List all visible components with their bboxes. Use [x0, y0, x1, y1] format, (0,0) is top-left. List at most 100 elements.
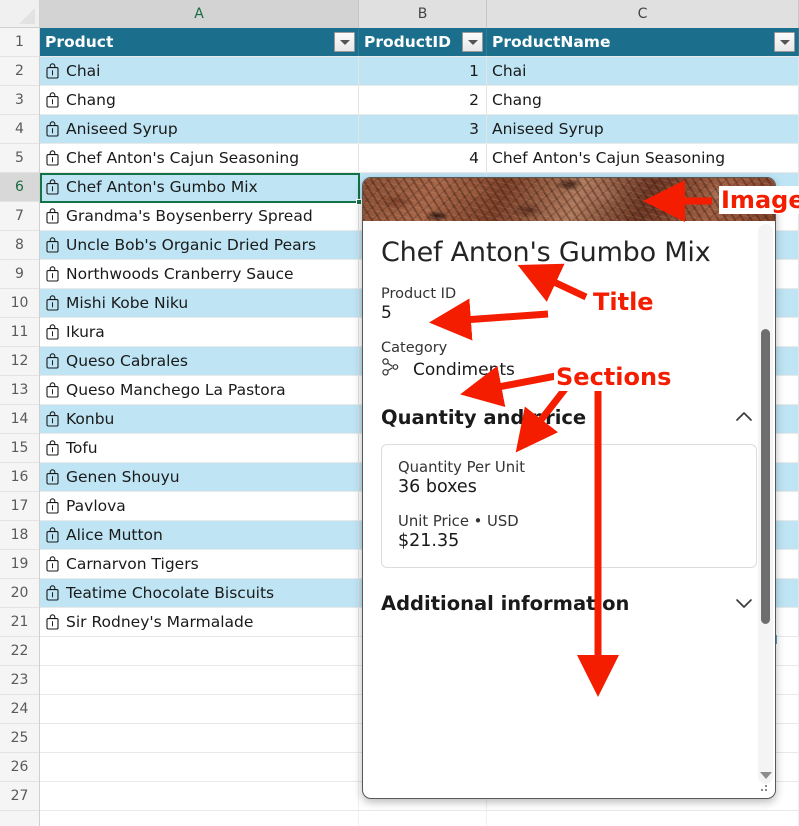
cell-product-label: Northwoods Cranberry Sauce — [66, 265, 294, 283]
shopping-bag-icon — [45, 92, 60, 108]
empty-cell[interactable] — [40, 637, 359, 665]
cell-product[interactable]: Chef Anton's Cajun Seasoning — [40, 144, 359, 172]
cell-product[interactable]: Mishi Kobe Niku — [40, 289, 359, 317]
row-header-24[interactable]: 24 — [0, 695, 39, 724]
cell-product-label: Mishi Kobe Niku — [66, 294, 189, 312]
cell-product[interactable]: Northwoods Cranberry Sauce — [40, 260, 359, 288]
empty-cell[interactable] — [40, 666, 359, 694]
chevron-down-icon[interactable] — [731, 590, 757, 616]
screenshot-root: A B C 1 2 3 4 5 6 7 8 9 10 11 12 13 14 15 16 17 18 19 20 21 2… — [0, 0, 799, 826]
row-header-7[interactable]: 7 — [0, 202, 39, 231]
row-header-22[interactable]: 22 — [0, 637, 39, 666]
filter-dropdown-icon[interactable] — [462, 32, 483, 52]
shopping-bag-icon — [45, 440, 60, 456]
cell-product-label: Chai — [66, 62, 101, 80]
row-header-14[interactable]: 14 — [0, 405, 39, 434]
cell-product-name[interactable]: Aniseed Syrup — [487, 115, 799, 143]
row-header-8[interactable]: 8 — [0, 231, 39, 260]
row-header-16[interactable]: 16 — [0, 463, 39, 492]
row-header-20[interactable]: 20 — [0, 579, 39, 608]
row-header-26[interactable]: 26 — [0, 753, 39, 782]
cell-product[interactable]: Alice Mutton — [40, 521, 359, 549]
cell-product-id[interactable]: 1 — [359, 57, 487, 85]
cell-product[interactable]: Tofu — [40, 434, 359, 462]
chevron-up-icon[interactable] — [731, 404, 757, 430]
row-header-21[interactable]: 21 — [0, 608, 39, 637]
empty-cell[interactable] — [40, 811, 359, 826]
shopping-bag-icon — [45, 469, 60, 485]
column-header-a[interactable]: A — [40, 0, 359, 28]
empty-cell[interactable] — [487, 811, 799, 826]
cell-product-name[interactable]: Chai — [487, 57, 799, 85]
card-resize-grip[interactable] — [761, 785, 770, 794]
empty-cell[interactable] — [40, 724, 359, 752]
cell-product-label: Grandma's Boysenberry Spread — [66, 207, 313, 225]
cell-product[interactable]: Chef Anton's Gumbo Mix — [40, 173, 359, 201]
empty-cell[interactable] — [40, 753, 359, 781]
cell-product[interactable]: Genen Shouyu — [40, 463, 359, 491]
section-additional-header[interactable]: Additional information — [381, 590, 757, 616]
card-vertical-scrollbar[interactable] — [758, 224, 773, 784]
table-row[interactable]: Chang 2 Chang — [40, 86, 799, 115]
table-row[interactable]: Aniseed Syrup 3 Aniseed Syrup — [40, 115, 799, 144]
row-header-11[interactable]: 11 — [0, 318, 39, 347]
cell-product[interactable]: Grandma's Boysenberry Spread — [40, 202, 359, 230]
row-header-25[interactable]: 25 — [0, 724, 39, 753]
cell-product[interactable]: Queso Cabrales — [40, 347, 359, 375]
cell-product[interactable]: Carnarvon Tigers — [40, 550, 359, 578]
row-header-23[interactable]: 23 — [0, 666, 39, 695]
empty-cell[interactable] — [40, 782, 359, 810]
table-row[interactable]: Chai 1 Chai — [40, 57, 799, 86]
column-header-b[interactable]: B — [359, 0, 487, 28]
cell-product[interactable]: Chang — [40, 86, 359, 114]
scrollbar-thumb[interactable] — [761, 329, 770, 624]
cell-product[interactable]: Chai — [40, 57, 359, 85]
scroll-down-arrow-icon[interactable] — [758, 768, 773, 782]
table-header-productname[interactable]: ProductName — [487, 28, 799, 56]
empty-row[interactable] — [40, 811, 799, 826]
cell-product[interactable]: Teatime Chocolate Biscuits — [40, 579, 359, 607]
row-header-4[interactable]: 4 — [0, 115, 39, 144]
shopping-bag-icon — [45, 498, 60, 514]
cell-product[interactable]: Pavlova — [40, 492, 359, 520]
row-header-10[interactable]: 10 — [0, 289, 39, 318]
shopping-bag-icon — [45, 295, 60, 311]
cell-product-id[interactable]: 2 — [359, 86, 487, 114]
empty-cell[interactable] — [40, 695, 359, 723]
row-header-9[interactable]: 9 — [0, 260, 39, 289]
cell-product[interactable]: Sir Rodney's Marmalade — [40, 608, 359, 636]
cell-product-name[interactable]: Chef Anton's Cajun Seasoning — [487, 144, 799, 172]
quantity-per-unit-label: Quantity Per Unit — [398, 459, 526, 476]
shopping-bag-icon — [45, 266, 60, 282]
table-row[interactable]: Chef Anton's Cajun Seasoning 4 Chef Anton'… — [40, 144, 799, 173]
cell-product[interactable]: Queso Manchego La Pastora — [40, 376, 359, 404]
cell-product-id[interactable]: 3 — [359, 115, 487, 143]
row-header-27[interactable]: 27 — [0, 782, 39, 811]
row-header-19[interactable]: 19 — [0, 550, 39, 579]
row-header-13[interactable]: 13 — [0, 376, 39, 405]
section-quantity-header[interactable]: Quantity and price — [381, 404, 757, 430]
row-header-6[interactable]: 6 — [0, 173, 39, 202]
cell-product[interactable]: Aniseed Syrup — [40, 115, 359, 143]
row-header-2[interactable]: 2 — [0, 57, 39, 86]
table-header-product[interactable]: Product — [40, 28, 359, 56]
row-header-3[interactable]: 3 — [0, 86, 39, 115]
table-header-productid[interactable]: ProductID — [359, 28, 487, 56]
row-header-5[interactable]: 5 — [0, 144, 39, 173]
empty-cell[interactable] — [359, 811, 487, 826]
cell-product[interactable]: Konbu — [40, 405, 359, 433]
filter-dropdown-icon[interactable] — [334, 32, 355, 52]
entity-data-card[interactable]: Chef Anton's Gumbo Mix Product ID 5 Cate… — [362, 177, 776, 799]
column-header-c[interactable]: C — [487, 0, 799, 28]
row-header-1[interactable]: 1 — [0, 28, 39, 57]
cell-product[interactable]: Ikura — [40, 318, 359, 346]
row-header-12[interactable]: 12 — [0, 347, 39, 376]
row-header-15[interactable]: 15 — [0, 434, 39, 463]
row-header-18[interactable]: 18 — [0, 521, 39, 550]
select-all-corner[interactable] — [0, 0, 40, 28]
row-header-17[interactable]: 17 — [0, 492, 39, 521]
cell-product[interactable]: Uncle Bob's Organic Dried Pears — [40, 231, 359, 259]
filter-dropdown-icon[interactable] — [774, 32, 795, 52]
cell-product-id[interactable]: 4 — [359, 144, 487, 172]
cell-product-name[interactable]: Chang — [487, 86, 799, 114]
